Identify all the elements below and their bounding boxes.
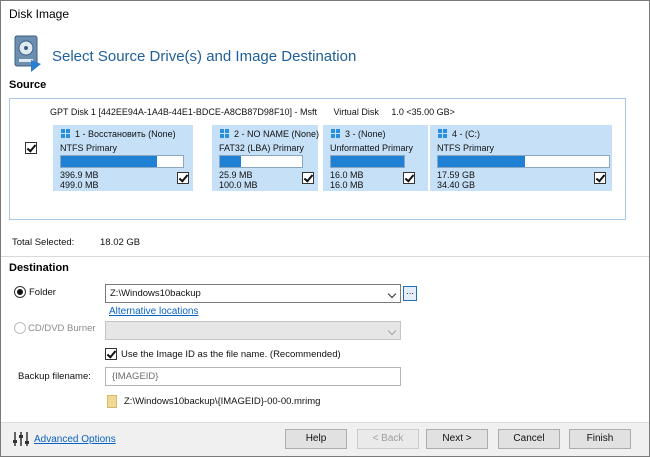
partition-tile[interactable]: 3 - (None) Unformatted Primary 16.0 MB 1… (323, 125, 428, 191)
total-selected-label: Total Selected: (12, 237, 75, 248)
windows-logo-icon (438, 129, 448, 139)
window-title-bar: Disk Image (0, 0, 650, 28)
partition-fs: NTFS Primary (437, 143, 494, 153)
browse-button[interactable]: ... (403, 286, 417, 301)
usage-bar-fill (61, 156, 158, 167)
partition-tile[interactable]: 4 - (C:) NTFS Primary 17.59 GB 34.40 GB (430, 125, 612, 191)
folder-combo[interactable]: Z:\Windows10backup (105, 284, 401, 303)
partition-total: 100.0 MB (219, 180, 258, 190)
partition-fs: NTFS Primary (60, 143, 117, 153)
folder-label: Folder (29, 287, 56, 298)
partition-used: 396.9 MB (60, 170, 99, 180)
disk-checkbox[interactable] (25, 142, 37, 154)
cd-burner-radio[interactable] (14, 322, 26, 334)
use-image-id-checkbox[interactable] (105, 348, 117, 360)
finish-button[interactable]: Finish (569, 429, 631, 449)
cd-burner-combo[interactable] (105, 321, 401, 340)
destination-label: Destination (9, 262, 69, 274)
disk-name: GPT Disk 1 [442EE94A-1A4B-44E1-BDCE-A8CB… (50, 107, 317, 117)
help-button[interactable]: Help (285, 429, 347, 449)
file-icon (107, 395, 117, 408)
cancel-button[interactable]: Cancel (498, 429, 560, 449)
total-selected-value: 18.02 GB (100, 237, 141, 248)
partition-total: 16.0 MB (330, 180, 364, 190)
partition-fs: FAT32 (LBA) Primary (219, 143, 304, 153)
path-preview: Z:\Windows10backup\{IMAGEID}-00-00.mrimg (124, 396, 321, 407)
backup-filename-input[interactable]: {IMAGEID} (105, 367, 401, 386)
back-button[interactable]: < Back (357, 429, 419, 449)
folder-value: Z:\Windows10backup (110, 288, 201, 299)
partition-checkbox[interactable] (177, 172, 189, 184)
partition-usage-bar (60, 155, 184, 168)
disk-image-icon (14, 35, 41, 72)
source-label: Source (9, 79, 47, 91)
partition-title: 4 - (C:) (452, 129, 480, 139)
partition-title: 1 - Восстановить (None) (75, 129, 176, 139)
alternative-locations-link[interactable]: Alternative locations (109, 306, 199, 317)
partition-fs: Unformatted Primary (330, 143, 414, 153)
next-button[interactable]: Next > (426, 429, 488, 449)
partition-used: 25.9 MB (219, 170, 253, 180)
partition-title: 2 - NO NAME (None) (234, 129, 320, 139)
partition-usage-bar (219, 155, 303, 168)
partition-total: 499.0 MB (60, 180, 99, 190)
folder-radio[interactable] (14, 286, 26, 298)
partition-used: 16.0 MB (330, 170, 364, 180)
partition-checkbox[interactable] (302, 172, 314, 184)
windows-logo-icon (220, 129, 230, 139)
partition-usage-bar (330, 155, 405, 168)
windows-logo-icon (61, 129, 71, 139)
partition-total: 34.40 GB (437, 180, 476, 190)
cd-burner-label: CD/DVD Burner (28, 323, 96, 334)
disk-type: Virtual Disk (333, 107, 379, 117)
chevron-down-icon (387, 326, 397, 336)
page-title: Select Source Drive(s) and Image Destina… (52, 48, 357, 65)
usage-bar-fill (331, 156, 404, 167)
partition-checkbox[interactable] (403, 172, 415, 184)
source-panel: GPT Disk 1 [442EE94A-1A4B-44E1-BDCE-A8CB… (9, 98, 626, 220)
partition-used: 17.59 GB (437, 170, 476, 180)
partition-title: 3 - (None) (345, 129, 386, 139)
partition-usage-bar (437, 155, 610, 168)
usage-bar-fill (220, 156, 242, 167)
advanced-options-link[interactable]: Advanced Options (34, 434, 116, 445)
chevron-down-icon (387, 289, 397, 299)
window-title: Disk Image (9, 7, 70, 21)
disk-header: GPT Disk 1 [442EE94A-1A4B-44E1-BDCE-A8CB… (50, 107, 455, 117)
sliders-icon[interactable] (12, 431, 30, 447)
backup-filename-label: Backup filename: (18, 371, 91, 382)
disk-size: 1.0 <35.00 GB> (391, 107, 455, 117)
partition-tile[interactable]: 2 - NO NAME (None) FAT32 (LBA) Primary 2… (212, 125, 320, 191)
partition-tile[interactable]: 1 - Восстановить (None) NTFS Primary 396… (53, 125, 193, 191)
partition-checkbox[interactable] (594, 172, 606, 184)
windows-logo-icon (331, 129, 341, 139)
use-image-id-label: Use the Image ID as the file name. (Reco… (121, 349, 341, 360)
usage-bar-fill (438, 156, 526, 167)
